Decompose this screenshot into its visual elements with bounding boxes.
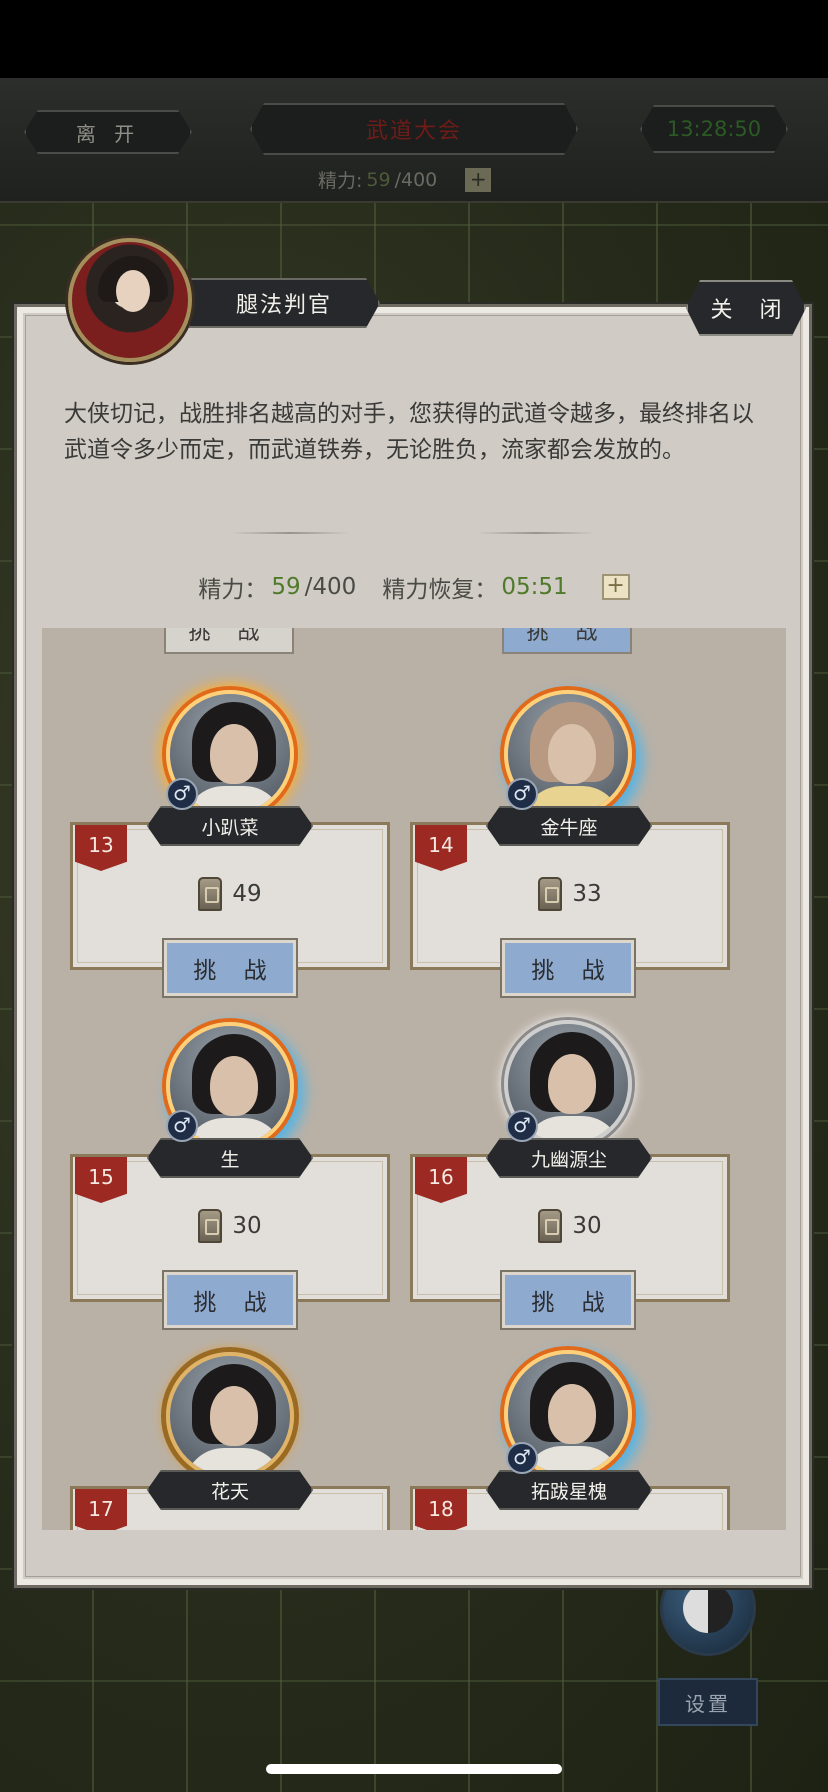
divider-ornament	[230, 532, 350, 534]
token-icon	[538, 877, 563, 911]
rank-badge: 18	[415, 1489, 467, 1530]
token-count: 30	[572, 1213, 602, 1239]
opponent-name: 小趴菜	[147, 806, 313, 846]
token-count: 33	[572, 881, 602, 907]
energy-row: 精力： 59 /400 精力恢复： 05:51 +	[0, 570, 828, 604]
opponent-name: 花天	[147, 1470, 313, 1510]
token-count: 49	[232, 881, 262, 907]
challenge-button[interactable]: 挑 战	[502, 1272, 634, 1328]
male-icon: ♂	[506, 778, 538, 810]
home-indicator[interactable]	[266, 1764, 562, 1774]
energy-current: 59	[271, 574, 301, 600]
rank-badge: 15	[75, 1157, 127, 1203]
energy-max: /400	[304, 574, 357, 600]
challenge-button[interactable]: 挑 战	[164, 940, 296, 996]
rank-badge: 14	[415, 825, 467, 871]
leave-button[interactable]: 离 开	[24, 110, 192, 154]
challenge-button[interactable]: 挑 战	[502, 940, 634, 996]
male-icon: ♂	[506, 1110, 538, 1142]
host-name: 腿法判官	[188, 278, 380, 328]
rank-badge: 16	[415, 1157, 467, 1203]
challenge-button[interactable]: 挑 战	[164, 1272, 296, 1328]
token-icon	[198, 877, 223, 911]
header-energy-value: 59	[366, 168, 391, 191]
host-avatar	[68, 238, 192, 362]
rank-badge: 13	[75, 825, 127, 871]
header-energy-max: /400	[394, 168, 438, 191]
opponent-name: 九幽源尘	[486, 1138, 652, 1178]
add-energy-button[interactable]: +	[601, 574, 630, 600]
male-icon: ♂	[506, 1442, 538, 1474]
divider-ornament	[476, 532, 596, 534]
header-energy: 精力: 59 /400 +	[318, 166, 492, 193]
male-icon: ♂	[166, 778, 198, 810]
close-button[interactable]: 关 闭	[686, 280, 806, 336]
opponent-name: 拓跋星槐	[486, 1470, 652, 1510]
opponent-avatar[interactable]	[166, 1352, 294, 1480]
header-add-energy-button[interactable]: +	[465, 167, 492, 192]
token-icon	[198, 1209, 223, 1243]
opponent-name: 金牛座	[486, 806, 652, 846]
male-icon: ♂	[166, 1110, 198, 1142]
energy-recover-label: 精力恢复：	[382, 577, 498, 603]
rank-badge: 17	[75, 1489, 127, 1530]
challenge-button-partial[interactable]: 挑 战	[502, 628, 632, 654]
challenge-button-partial[interactable]: 挑 战	[164, 628, 294, 654]
token-icon	[538, 1209, 563, 1243]
status-bar-area	[0, 0, 828, 78]
opponent-list[interactable]: 挑 战 挑 战 13 49 ♂ 小趴菜 挑 战 14 33 ♂ 金牛座 挑 战 …	[42, 628, 786, 1530]
settings-button[interactable]: 设置	[658, 1678, 758, 1726]
event-timer: 13:28:50	[640, 105, 788, 153]
intro-text: 大侠切记，战胜排名越高的对手，您获得的武道令越多，最终排名以武道令多少而定，而武…	[64, 401, 754, 463]
header-energy-label: 精力:	[318, 170, 363, 192]
event-title: 武道大会	[250, 103, 578, 155]
token-count: 30	[232, 1213, 262, 1239]
opponent-name: 生	[147, 1138, 313, 1178]
energy-recover-time: 05:51	[501, 574, 568, 600]
energy-label: 精力：	[198, 577, 268, 603]
